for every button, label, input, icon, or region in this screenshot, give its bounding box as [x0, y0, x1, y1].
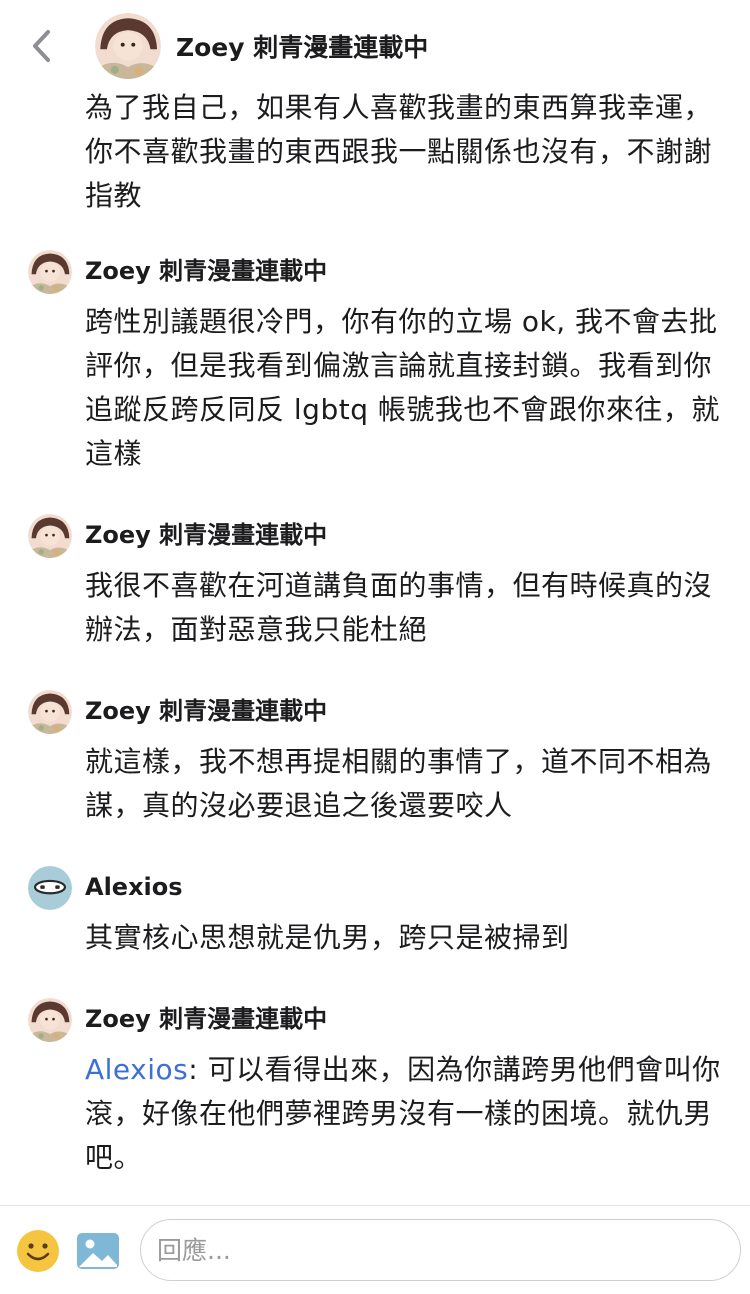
reply-bar — [0, 1205, 750, 1294]
avatar[interactable] — [28, 690, 72, 734]
comment-text: 跨性別議題很冷門，你有你的立場 ok, 我不會去批評你，但是我看到偏激言論就直接… — [85, 305, 720, 470]
avatar-zoey-icon — [28, 514, 72, 558]
avatar-alexios-icon — [28, 866, 72, 910]
chevron-left-icon — [33, 30, 50, 62]
add-image-button[interactable] — [76, 1229, 120, 1273]
image-icon — [77, 1233, 119, 1269]
avatar-zoey-icon — [28, 690, 72, 734]
comment-text: 其實核心思想就是仇男，跨只是被掃到 — [85, 921, 570, 954]
post-body-text: 為了我自己，如果有人喜歡我畫的東西算我幸運，你不喜歡我畫的東西跟我一點關係也沒有… — [85, 91, 713, 212]
user-mention-link[interactable]: Alexios — [85, 1053, 188, 1086]
avatar[interactable] — [28, 514, 72, 558]
avatar-zoey-icon — [28, 998, 72, 1042]
avatar[interactable] — [95, 13, 161, 79]
comment-author-name[interactable]: Alexios — [85, 867, 183, 907]
smiley-face-icon — [17, 1230, 59, 1272]
post-header: Zoey 刺青漫畫連載中 — [0, 0, 750, 84]
reply-input[interactable] — [140, 1219, 741, 1281]
avatar[interactable] — [28, 866, 72, 910]
emoji-button[interactable] — [16, 1229, 60, 1273]
avatar-zoey-icon — [95, 13, 161, 79]
avatar[interactable] — [28, 250, 72, 294]
comment-author-name[interactable]: Zoey 刺青漫畫連載中 — [85, 515, 327, 555]
comment-author-name[interactable]: Zoey 刺青漫畫連載中 — [85, 691, 327, 731]
back-button[interactable] — [24, 24, 60, 68]
comment-author-name[interactable]: Zoey 刺青漫畫連載中 — [85, 999, 327, 1039]
comment-text: 我很不喜歡在河道講負面的事情，但有時候真的沒辦法，面對惡意我只能杜絕 — [85, 569, 713, 646]
avatar[interactable] — [28, 998, 72, 1042]
post-author-name[interactable]: Zoey 刺青漫畫連載中 — [176, 28, 428, 68]
comment-author-name[interactable]: Zoey 刺青漫畫連載中 — [85, 251, 327, 291]
avatar-zoey-icon — [28, 250, 72, 294]
comment-text: Alexios: 可以看得出來，因為你講跨男他們會叫你滾，好像在他們夢裡跨男沒有… — [85, 1048, 725, 1180]
comment-text: 就這樣，我不想再提相關的事情了，道不同不相為謀，真的沒必要退追之後還要咬人 — [85, 745, 713, 822]
